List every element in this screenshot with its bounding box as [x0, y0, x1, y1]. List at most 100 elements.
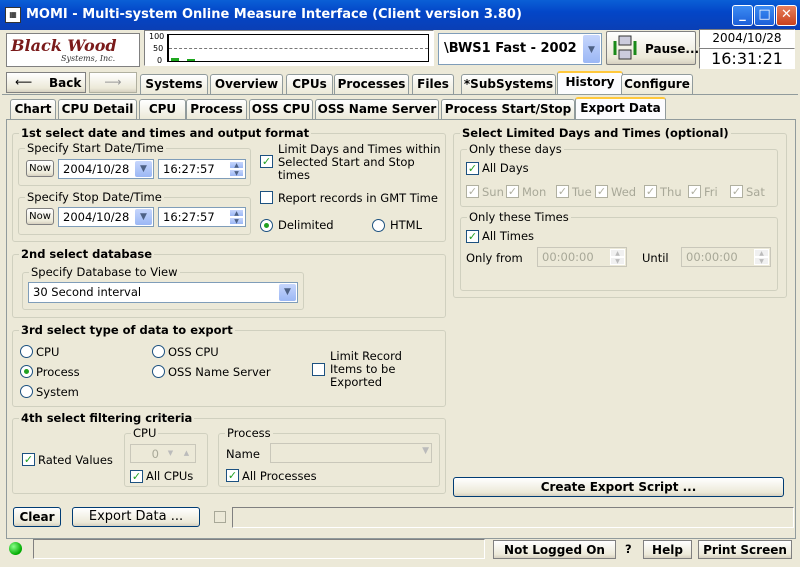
delimited-radio[interactable] — [260, 219, 273, 232]
clear-button[interactable]: Clear — [13, 507, 61, 527]
help-button[interactable]: Help — [643, 540, 692, 559]
minimize-button[interactable]: _ — [732, 5, 753, 26]
back-label: Back — [49, 76, 82, 90]
database-select[interactable]: 30 Second interval ▼ — [28, 282, 298, 303]
nav-tab-configure[interactable]: Configure — [621, 74, 693, 94]
times-group-label: Only these Times — [467, 210, 571, 224]
all-times-checkbox[interactable]: ✓ — [466, 230, 479, 243]
export-data-button[interactable]: Export Data ... — [72, 507, 200, 527]
subtab-cpu-detail[interactable]: CPU Detail — [58, 99, 137, 119]
title-bar: ▦ MOMI - Multi-system Online Measure Int… — [0, 0, 800, 30]
subtab-chart[interactable]: Chart — [10, 99, 56, 119]
start-group-label: Specify Start Date/Time — [25, 141, 166, 155]
subtab-oss-name-server[interactable]: OSS Name Server — [315, 99, 439, 119]
oss-name-server-radio[interactable] — [152, 365, 165, 378]
start-date-field[interactable]: 2004/10/28 ▼ — [58, 159, 154, 179]
print-screen-button[interactable]: Print Screen — [698, 540, 792, 559]
all-days-label: All Days — [482, 161, 529, 175]
section3-title: 3rd select type of data to export — [19, 323, 235, 337]
only-from-spinner[interactable]: ▲ ▼ — [610, 249, 625, 265]
process-label: Process — [36, 365, 80, 379]
day-sat-label: Sat — [746, 185, 765, 199]
chevron-down-icon[interactable]: ▼ — [135, 209, 152, 225]
day-thu-checkbox[interactable]: ✓ — [644, 185, 657, 198]
all-cpus-checkbox[interactable]: ✓ — [130, 470, 143, 483]
day-sat-checkbox[interactable]: ✓ — [730, 185, 743, 198]
day-fri-label: Fri — [704, 185, 718, 199]
subtab-process[interactable]: Process — [186, 99, 247, 119]
process-name-label: Name — [226, 447, 260, 461]
stop-time-field[interactable]: 16:27:57 ▲ ▼ — [158, 207, 246, 227]
close-button[interactable]: ✕ — [776, 5, 797, 26]
back-button[interactable]: ⟵ Back — [6, 72, 86, 93]
logo-text: Black Wood — [11, 36, 117, 55]
activity-graph: 100 50 0 — [144, 30, 434, 66]
nav-tab-overview[interactable]: Overview — [210, 74, 283, 94]
process-radio[interactable] — [20, 365, 33, 378]
cpu-radio[interactable] — [20, 345, 33, 358]
chevron-down-icon[interactable]: ▼ — [583, 35, 600, 63]
day-tue-checkbox[interactable]: ✓ — [556, 185, 569, 198]
cpu-filter-spinner[interactable]: 0 ▼ ▲ — [130, 444, 196, 463]
chevron-down-icon[interactable]: ▼ — [135, 161, 152, 177]
nav-tab-processes[interactable]: Processes — [334, 74, 409, 94]
create-export-script-button[interactable]: Create Export Script ... — [453, 477, 784, 497]
all-processes-checkbox[interactable]: ✓ — [226, 469, 239, 482]
process-name-select[interactable]: ▼ — [270, 443, 432, 463]
graph-scale-50: 50 — [153, 44, 164, 53]
stop-time-spinner[interactable]: ▲ ▼ — [229, 209, 244, 225]
login-status-button[interactable]: Not Logged On — [493, 540, 616, 559]
network-icon — [611, 35, 639, 61]
chevron-up-icon[interactable]: ▲ — [179, 446, 194, 461]
only-from-field[interactable]: 00:00:00 ▲ ▼ — [537, 247, 627, 267]
day-tue-label: Tue — [572, 185, 592, 199]
nav-tab-systems[interactable]: Systems — [140, 74, 208, 94]
start-time-spinner[interactable]: ▲ ▼ — [229, 161, 244, 177]
database-value: 30 Second interval — [33, 285, 142, 299]
limit-days-checkbox[interactable]: ✓ — [260, 155, 273, 168]
pause-label: Pause... — [645, 42, 700, 56]
subtab-export-data[interactable]: Export Data — [575, 97, 666, 120]
chevron-down-icon[interactable]: ▼ — [279, 284, 296, 301]
pause-button[interactable]: Pause... — [606, 31, 700, 65]
help-question-icon: ? — [625, 542, 632, 556]
day-mon-checkbox[interactable]: ✓ — [506, 185, 519, 198]
forward-arrow-icon: ⟶ — [104, 75, 122, 89]
chevron-down-icon[interactable]: ▼ — [422, 446, 429, 456]
system-radio[interactable] — [20, 385, 33, 398]
start-time-field[interactable]: 16:27:57 ▲ ▼ — [158, 159, 246, 179]
stop-date-field[interactable]: 2004/10/28 ▼ — [58, 207, 154, 227]
oss-cpu-radio[interactable] — [152, 345, 165, 358]
rated-values-label: Rated Values — [38, 453, 113, 467]
all-days-checkbox[interactable]: ✓ — [466, 162, 479, 175]
stop-group-label: Specify Stop Date/Time — [25, 190, 164, 204]
chevron-down-icon[interactable]: ▼ — [163, 446, 178, 461]
nav-tab-files[interactable]: Files — [412, 74, 454, 94]
day-fri-checkbox[interactable]: ✓ — [688, 185, 701, 198]
until-field[interactable]: 00:00:00 ▲ ▼ — [681, 247, 771, 267]
limit-days-label: Limit Days and Times within Selected Sta… — [278, 142, 441, 182]
day-wed-checkbox[interactable]: ✓ — [595, 185, 608, 198]
progress-bar — [232, 507, 794, 528]
subtab-cpu[interactable]: CPU — [139, 99, 186, 119]
cpu-filter-value: 0 — [151, 447, 159, 461]
limit-record-checkbox[interactable] — [312, 363, 325, 376]
subtab-process-start-stop[interactable]: Process Start/Stop — [441, 99, 575, 119]
nav-tab-subsystems[interactable]: *SubSystems — [461, 74, 556, 94]
section4-title: 4th select filtering criteria — [19, 411, 195, 425]
system-select[interactable]: \BWS1 Fast - 2002 ▼ — [438, 33, 602, 65]
maximize-button[interactable]: □ — [754, 5, 775, 26]
forward-button[interactable]: ⟶ — [89, 72, 137, 93]
stop-now-button[interactable]: Now — [26, 208, 54, 225]
subtab-oss-cpu[interactable]: OSS CPU — [249, 99, 313, 119]
gmt-checkbox[interactable] — [260, 191, 273, 204]
day-sun-checkbox[interactable]: ✓ — [466, 185, 479, 198]
graph-scale-0: 0 — [157, 56, 163, 65]
rated-values-checkbox[interactable]: ✓ — [22, 453, 35, 466]
until-spinner[interactable]: ▲ ▼ — [754, 249, 769, 265]
nav-tab-cpus[interactable]: CPUs — [286, 74, 333, 94]
nav-tab-history[interactable]: History — [557, 71, 623, 94]
cpu-filter-label: CPU — [131, 426, 159, 440]
html-radio[interactable] — [372, 219, 385, 232]
start-now-button[interactable]: Now — [26, 160, 54, 177]
